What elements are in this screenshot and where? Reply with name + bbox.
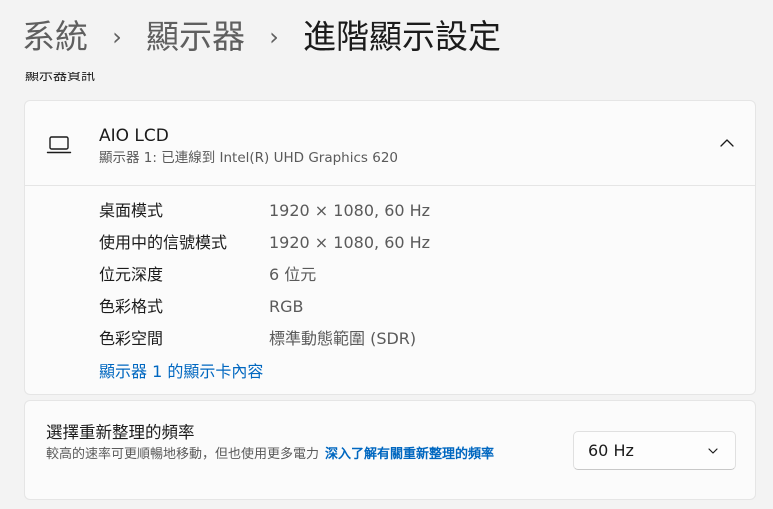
property-label: 色彩格式 xyxy=(99,297,164,316)
chevron-right-icon: › xyxy=(269,23,279,51)
laptop-icon xyxy=(46,136,72,154)
refresh-rate-learn-more-link[interactable]: 深入了解有關重新整理的頻率 xyxy=(325,447,494,462)
property-value: 1920 × 1080, 60 Hz xyxy=(269,201,431,220)
display-header[interactable]: AIO LCD 顯示器 1: 已連線到 Intel(R) UHD Graphic… xyxy=(25,101,755,186)
refresh-rate-description: 較高的速率可更順暢地移動，但也使用更多電力 深入了解有關重新整理的頻率 xyxy=(46,445,546,465)
property-value: 1920 × 1080, 60 Hz xyxy=(269,233,431,252)
property-label: 桌面模式 xyxy=(99,201,164,220)
property-label: 位元深度 xyxy=(99,265,164,284)
section-title-display-info: 顯示器資訊 xyxy=(25,68,95,84)
property-value: 標準動態範圍 (SDR) xyxy=(269,329,417,348)
display-adapter-properties-link[interactable]: 顯示器 1 的顯示卡內容 xyxy=(99,360,263,384)
refresh-rate-title: 選擇重新整理的頻率 xyxy=(46,423,195,442)
property-value: 6 位元 xyxy=(269,265,317,284)
chevron-down-icon xyxy=(708,448,718,454)
refresh-rate-dropdown[interactable]: 60 Hz xyxy=(573,431,736,470)
chevron-up-icon[interactable] xyxy=(717,133,737,153)
property-value: RGB xyxy=(269,297,304,316)
display-connection: 顯示器 1: 已連線到 Intel(R) UHD Graphics 620 xyxy=(99,150,398,166)
display-info-card: AIO LCD 顯示器 1: 已連線到 Intel(R) UHD Graphic… xyxy=(24,100,756,395)
display-name: AIO LCD xyxy=(99,126,169,146)
property-label: 使用中的信號模式 xyxy=(99,233,228,252)
breadcrumb-item-system[interactable]: 系統 xyxy=(22,14,88,60)
page-title: 進階顯示設定 xyxy=(303,17,501,56)
breadcrumb: 系統 › 顯示器 › 進階顯示設定 xyxy=(22,14,501,60)
refresh-rate-card: 選擇重新整理的頻率 較高的速率可更順暢地移動，但也使用更多電力 深入了解有關重新整… xyxy=(24,400,756,500)
breadcrumb-item-display[interactable]: 顯示器 xyxy=(146,14,245,60)
chevron-right-icon: › xyxy=(112,23,122,51)
refresh-rate-selected-value: 60 Hz xyxy=(588,441,634,460)
property-label: 色彩空間 xyxy=(99,329,164,348)
refresh-rate-description-text: 較高的速率可更順暢地移動，但也使用更多電力 xyxy=(46,447,320,462)
